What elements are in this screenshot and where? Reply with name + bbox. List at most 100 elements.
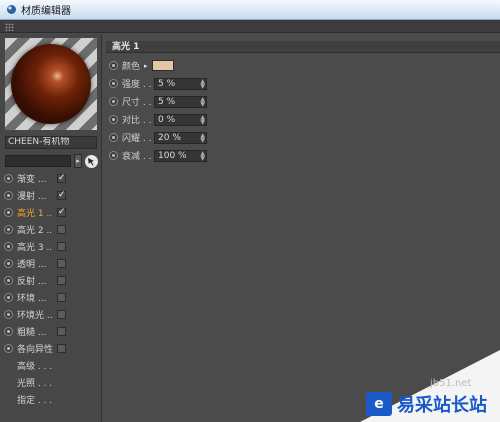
link-dropdown-button[interactable]: ▸: [74, 154, 82, 168]
pointer-icon[interactable]: [85, 155, 98, 168]
channel-item-ambient[interactable]: 环境光 ..: [4, 307, 74, 321]
channel-checkbox[interactable]: [57, 258, 66, 268]
channel-item-transparency[interactable]: 透明 ...: [4, 256, 74, 270]
channel-label: 粗糙 ...: [17, 327, 47, 338]
intensity-field[interactable]: 5 % ▲ ▼: [154, 77, 207, 90]
param-radio[interactable]: [109, 151, 118, 160]
channel-label: 漫射 ...: [17, 191, 47, 202]
title-bar: 材质编辑器: [0, 0, 500, 20]
channel-item-specular-1[interactable]: 高光 1 .. ✓: [4, 205, 74, 219]
channel-label: 环境 ...: [17, 293, 47, 304]
contrast-field[interactable]: 0 % ▲ ▼: [154, 113, 207, 126]
link-input[interactable]: [5, 155, 71, 167]
toolbar: [0, 20, 500, 33]
channel-label: 高光 1 ..: [17, 208, 53, 219]
channel-radio[interactable]: [4, 309, 13, 319]
param-label: 强度 . .: [122, 80, 152, 90]
channel-label: 高级 . . .: [17, 361, 53, 372]
spinner-icon[interactable]: ▲ ▼: [200, 114, 205, 125]
window-title: 材质编辑器: [21, 6, 71, 17]
channel-checkbox[interactable]: ✓: [57, 173, 66, 183]
channel-checkbox[interactable]: [57, 326, 66, 336]
color-swatch[interactable]: [152, 60, 174, 71]
material-icon: [5, 4, 17, 16]
channel-checkbox[interactable]: ✓: [57, 207, 66, 217]
channel-item-diffuse[interactable]: 漫射 ... ✓: [4, 188, 74, 202]
param-radio[interactable]: [109, 115, 118, 124]
channel-radio[interactable]: [4, 190, 13, 200]
size-field[interactable]: 5 % ▲ ▼: [154, 95, 207, 108]
channel-radio[interactable]: [4, 173, 13, 183]
param-row-color: 颜色 ▸: [109, 59, 219, 72]
param-row-size: 尺寸 . . 5 % ▲ ▼: [109, 95, 219, 108]
param-label: 对比 . .: [122, 116, 152, 126]
falloff-field[interactable]: 100 % ▲ ▼: [154, 149, 207, 162]
channel-item-assign[interactable]: 指定 . . .: [4, 392, 74, 406]
channel-radio[interactable]: [4, 258, 13, 268]
spinner-icon[interactable]: ▲ ▼: [200, 132, 205, 143]
channel-radio[interactable]: [4, 326, 13, 336]
channel-label: 反射 ...: [17, 276, 47, 287]
expand-triangle-icon[interactable]: ▸: [144, 62, 152, 70]
param-label: 闪耀 . .: [122, 134, 152, 144]
channel-checkbox[interactable]: ✓: [57, 190, 66, 200]
channel-label: 环境光 ..: [17, 310, 53, 321]
param-label: 颜色: [122, 62, 141, 72]
param-row-contrast: 对比 . . 0 % ▲ ▼: [109, 113, 219, 126]
material-preview[interactable]: [5, 38, 97, 130]
channel-item-gradient[interactable]: 渐变 ... ✓: [4, 171, 74, 185]
channel-radio[interactable]: [4, 241, 13, 251]
channel-radio[interactable]: [4, 275, 13, 285]
channel-checkbox[interactable]: [57, 309, 66, 319]
channel-panel: CHEEN-有机物 ▸ 渐变 ... ✓ 漫射 ... ✓ 高光 1 .. ✓ …: [0, 34, 102, 422]
properties-panel: 高光 1 颜色 ▸ 强度 . . 5 % ▲ ▼ 尺寸 . . 5 % ▲ ▼ 对比 .…: [103, 34, 500, 422]
watermark-brand: 易采站长站: [397, 395, 487, 416]
param-label: 衰减 . .: [122, 152, 152, 162]
channel-item-roughness[interactable]: 粗糙 ...: [4, 324, 74, 338]
material-name-field[interactable]: CHEEN-有机物: [5, 136, 97, 149]
param-radio[interactable]: [109, 61, 118, 70]
channel-item-specular-2[interactable]: 高光 2 ..: [4, 222, 74, 236]
param-value: 20 %: [158, 132, 181, 143]
spinner-icon[interactable]: ▲ ▼: [200, 96, 205, 107]
channel-radio[interactable]: [4, 292, 13, 302]
channel-radio[interactable]: [4, 343, 13, 353]
section-title: 高光 1: [112, 42, 140, 52]
channel-checkbox[interactable]: [57, 224, 66, 234]
param-value: 0 %: [158, 114, 176, 125]
channel-item-illumination[interactable]: 光照 . . .: [4, 375, 74, 389]
param-radio[interactable]: [109, 97, 118, 106]
channel-label: 光照 . . .: [17, 378, 53, 389]
channel-label: 渐变 ...: [17, 174, 47, 185]
channel-label: 高光 3 ..: [17, 242, 53, 253]
watermark-badge-letter: e: [374, 396, 384, 412]
grip-icon[interactable]: [5, 23, 14, 31]
param-row-falloff: 衰减 . . 100 % ▲ ▼: [109, 149, 219, 162]
channel-radio[interactable]: [4, 207, 13, 217]
param-value: 5 %: [158, 96, 176, 107]
preview-sphere: [11, 44, 91, 124]
channel-label: 高光 2 ..: [17, 225, 53, 236]
channel-checkbox[interactable]: [57, 275, 66, 285]
param-radio[interactable]: [109, 133, 118, 142]
param-radio[interactable]: [109, 79, 118, 88]
shine-field[interactable]: 20 % ▲ ▼: [154, 131, 207, 144]
param-value: 5 %: [158, 78, 176, 89]
channel-item-reflection[interactable]: 反射 ...: [4, 273, 74, 287]
section-header[interactable]: 高光 1: [106, 41, 500, 53]
channel-item-specular-3[interactable]: 高光 3 ..: [4, 239, 74, 253]
watermark-site: jb51.net: [430, 378, 472, 389]
channel-item-anisotropy[interactable]: 各向异性: [4, 341, 74, 355]
channel-radio[interactable]: [4, 224, 13, 234]
param-value: 100 %: [158, 150, 187, 161]
spinner-icon[interactable]: ▲ ▼: [200, 150, 205, 161]
channel-label: 透明 ...: [17, 259, 47, 270]
spinner-icon[interactable]: ▲ ▼: [200, 78, 205, 89]
param-row-intensity: 强度 . . 5 % ▲ ▼: [109, 77, 219, 90]
param-row-shine: 闪耀 . . 20 % ▲ ▼: [109, 131, 219, 144]
channel-item-advanced[interactable]: 高级 . . .: [4, 358, 74, 372]
channel-item-environment[interactable]: 环境 ...: [4, 290, 74, 304]
channel-checkbox[interactable]: [57, 241, 66, 251]
channel-checkbox[interactable]: [57, 292, 66, 302]
channel-checkbox[interactable]: [57, 343, 66, 353]
